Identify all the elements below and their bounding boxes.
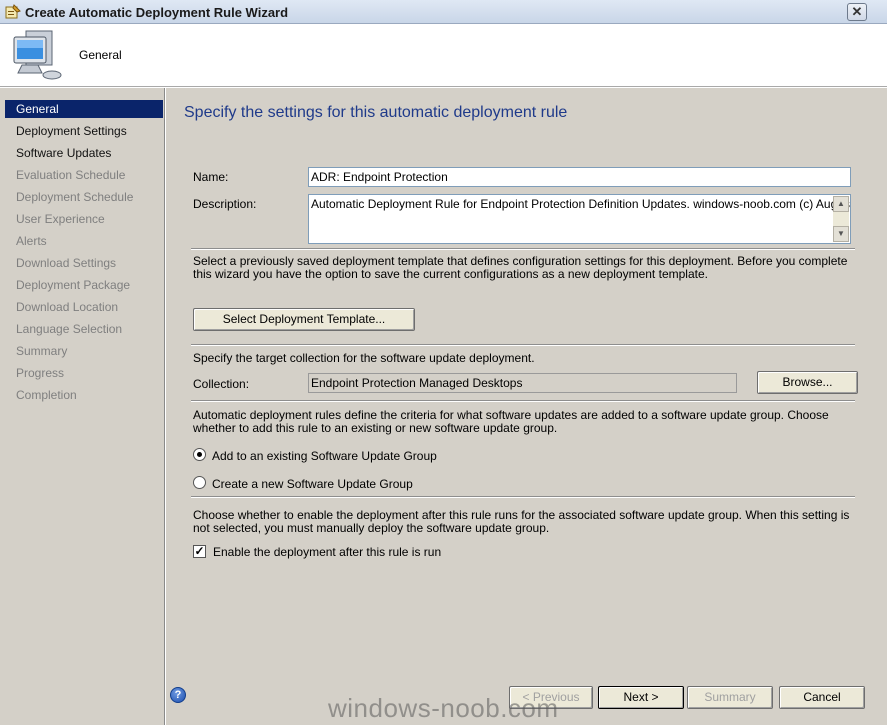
nav-step-download-location: Download Location bbox=[16, 300, 119, 314]
wizard-page: Specify the settings for this automatic … bbox=[166, 88, 887, 725]
help-icon[interactable]: ? bbox=[170, 687, 186, 703]
close-icon: ✕ bbox=[851, 4, 863, 19]
nav-step-general[interactable]: General bbox=[5, 100, 163, 118]
description-scrollbar[interactable]: ▲ ▼ bbox=[833, 196, 849, 242]
divider bbox=[191, 344, 855, 346]
cancel-button[interactable]: Cancel bbox=[779, 686, 865, 709]
nav-step-summary: Summary bbox=[16, 344, 68, 358]
scroll-up-icon[interactable]: ▲ bbox=[833, 196, 849, 212]
divider bbox=[191, 400, 855, 402]
radio-existing-label[interactable]: Add to an existing Software Update Group bbox=[212, 449, 437, 463]
name-input[interactable]: ADR: Endpoint Protection bbox=[308, 167, 851, 187]
divider bbox=[191, 496, 855, 498]
wizard-steps-nav: General Deployment Settings Software Upd… bbox=[0, 88, 165, 725]
radio-new-group[interactable] bbox=[193, 476, 206, 489]
template-description: Select a previously saved deployment tem… bbox=[193, 254, 848, 281]
enable-deployment-checkbox[interactable]: ✓ bbox=[193, 545, 206, 558]
enable-deployment-label[interactable]: Enable the deployment after this rule is… bbox=[213, 545, 441, 559]
nav-step-deployment-schedule: Deployment Schedule bbox=[16, 190, 134, 204]
wizard-icon bbox=[5, 4, 21, 19]
nav-step-language-selection: Language Selection bbox=[16, 322, 123, 336]
scroll-down-icon[interactable]: ▼ bbox=[833, 226, 849, 242]
summary-button[interactable]: Summary bbox=[687, 686, 773, 709]
page-title: Specify the settings for this automatic … bbox=[184, 104, 568, 121]
collection-intro: Specify the target collection for the so… bbox=[193, 351, 535, 365]
description-label: Description: bbox=[193, 197, 257, 211]
computer-icon bbox=[13, 30, 62, 80]
radio-new-label[interactable]: Create a new Software Update Group bbox=[212, 477, 413, 491]
nav-step-evaluation-schedule: Evaluation Schedule bbox=[16, 168, 126, 182]
wizard-header: General bbox=[0, 25, 887, 87]
title-bar: Create Automatic Deployment Rule Wizard … bbox=[0, 0, 887, 24]
header-title: General bbox=[79, 48, 122, 62]
radio-existing-group[interactable] bbox=[193, 448, 206, 461]
collection-field: Endpoint Protection Managed Desktops bbox=[308, 373, 737, 393]
description-textarea[interactable]: Automatic Deployment Rule for Endpoint P… bbox=[308, 194, 851, 244]
divider bbox=[191, 248, 855, 250]
nav-step-progress: Progress bbox=[16, 366, 65, 380]
select-template-button[interactable]: Select Deployment Template... bbox=[193, 308, 415, 331]
nav-step-user-experience: User Experience bbox=[16, 212, 105, 226]
group-description: Automatic deployment rules define the cr… bbox=[193, 408, 829, 435]
name-label: Name: bbox=[193, 170, 229, 184]
nav-step-deployment-settings[interactable]: Deployment Settings bbox=[5, 122, 163, 140]
browse-button[interactable]: Browse... bbox=[757, 371, 858, 394]
nav-step-deployment-package: Deployment Package bbox=[16, 278, 131, 292]
nav-step-completion: Completion bbox=[16, 388, 77, 402]
watermark-text: windows-noob.com bbox=[328, 693, 559, 723]
nav-step-software-updates[interactable]: Software Updates bbox=[5, 144, 163, 162]
enable-description: Choose whether to enable the deployment … bbox=[193, 508, 850, 535]
close-button[interactable]: ✕ bbox=[847, 3, 867, 21]
collection-label: Collection: bbox=[193, 377, 250, 391]
description-text: Automatic Deployment Rule for Endpoint P… bbox=[311, 197, 851, 211]
nav-step-download-settings: Download Settings bbox=[16, 256, 117, 270]
window-title: Create Automatic Deployment Rule Wizard bbox=[25, 5, 289, 20]
nav-step-alerts: Alerts bbox=[16, 234, 47, 248]
next-button[interactable]: Next > bbox=[598, 686, 684, 709]
